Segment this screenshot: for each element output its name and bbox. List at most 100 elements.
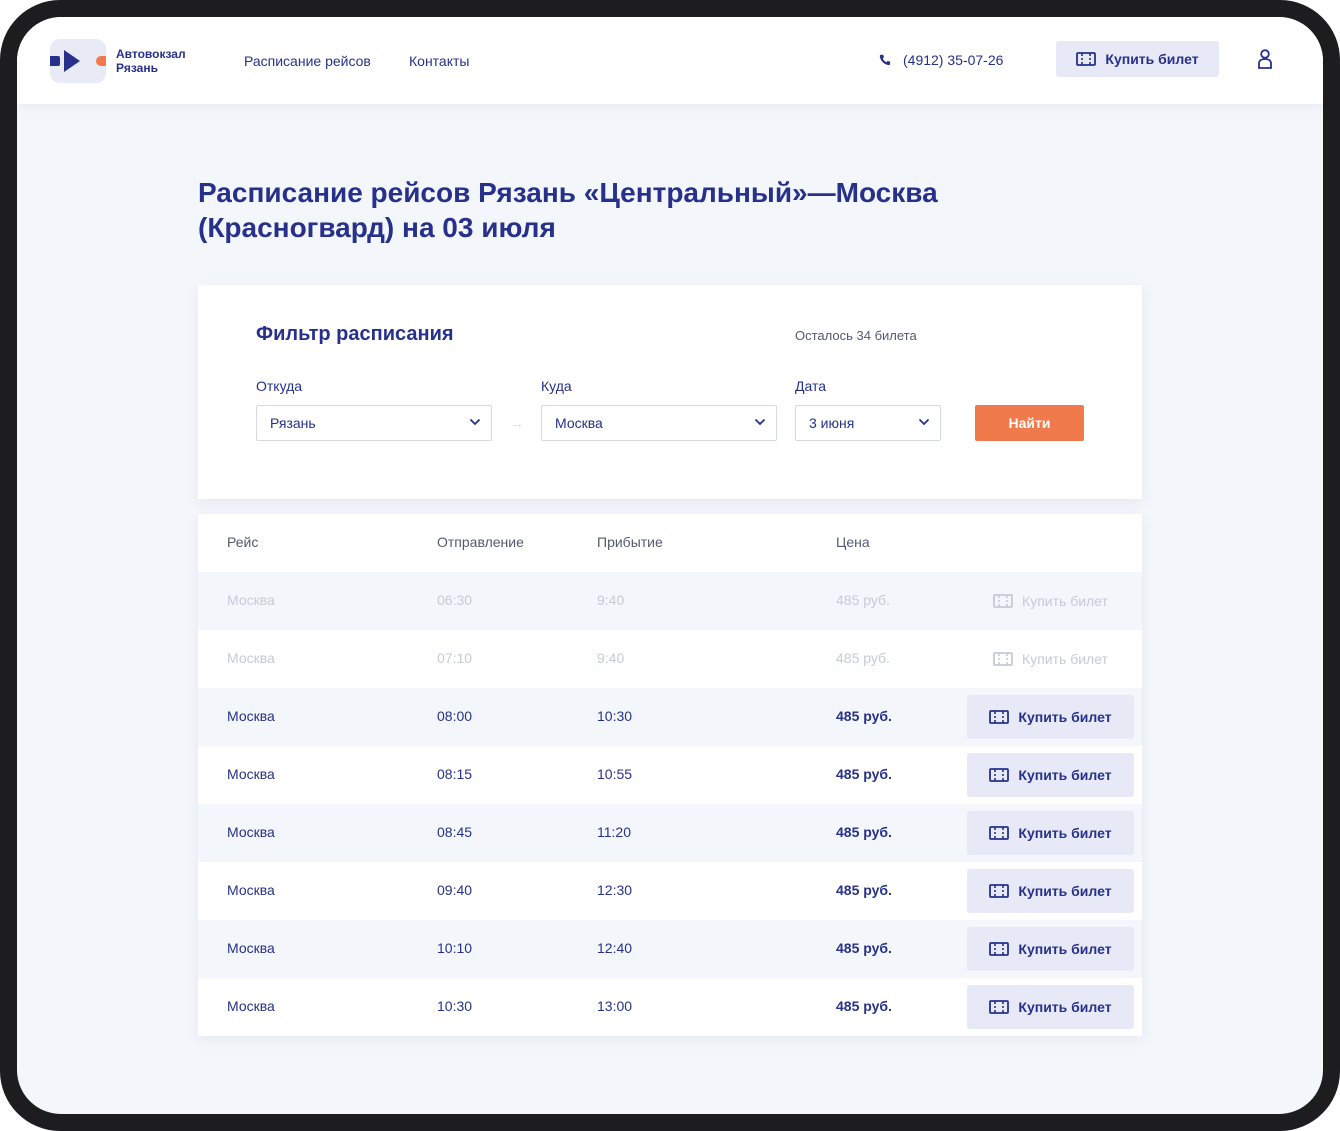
buy-ticket-label: Купить билет (1018, 999, 1112, 1015)
logo[interactable]: Автовокзал Рязань (50, 39, 196, 83)
buy-ticket-label: Купить билет (1018, 825, 1112, 841)
table-row: Москва 10:30 13:00 485 руб. Купить билет (198, 978, 1142, 1036)
route-cell: Москва (227, 998, 275, 1014)
tickets-left-text: Осталось 34 билета (795, 328, 917, 343)
phone-link[interactable]: (4912) 35-07-26 (879, 52, 1003, 68)
arrow-right-icon: → (510, 415, 524, 431)
table-row: Москва 08:00 10:30 485 руб. Купить билет (198, 688, 1142, 746)
arrival-cell: 9:40 (597, 592, 625, 608)
buy-ticket-button: Купить билет (967, 579, 1134, 623)
table-row: Москва 10:10 12:40 485 руб. Купить билет (198, 920, 1142, 978)
buy-ticket-label: Купить билет (1018, 941, 1112, 957)
ticket-icon (993, 652, 1013, 666)
col-arrival: Прибытие (597, 534, 663, 550)
ticket-icon (993, 594, 1013, 608)
logo-icon (50, 39, 106, 83)
ticket-icon (989, 710, 1010, 724)
ticket-icon (989, 826, 1010, 840)
from-select[interactable]: Рязань (256, 405, 492, 441)
logo-text: Автовокзал Рязань (116, 47, 186, 75)
price-cell: 485 руб. (836, 766, 892, 782)
route-cell: Москва (227, 708, 275, 724)
arrival-cell: 11:20 (597, 824, 631, 840)
table-row: Москва 06:30 9:40 485 руб. Купить билет (198, 572, 1142, 630)
page-title: Расписание рейсов Рязань «Центральный»—М… (198, 177, 938, 243)
buy-ticket-button[interactable]: Купить билет (967, 695, 1134, 739)
arrival-cell: 10:55 (597, 766, 633, 782)
buy-ticket-label: Купить билет (1018, 709, 1112, 725)
departure-cell: 10:10 (437, 940, 473, 956)
chevron-down-icon (754, 418, 766, 426)
departure-cell: 10:30 (437, 998, 473, 1014)
table-row: Москва 09:40 12:30 485 руб. Купить билет (198, 862, 1142, 920)
route-cell: Москва (227, 940, 275, 956)
buy-ticket-button[interactable]: Купить билет (967, 985, 1134, 1029)
route-cell: Москва (227, 592, 275, 608)
header-buy-ticket-button[interactable]: Купить билет (1056, 41, 1219, 77)
ticket-icon (989, 1000, 1010, 1014)
buy-ticket-label: Купить билет (1018, 883, 1112, 899)
buy-ticket-button[interactable]: Купить билет (967, 753, 1134, 797)
arrival-cell: 13:00 (597, 998, 633, 1014)
price-cell: 485 руб. (836, 882, 892, 898)
nav-contacts-link[interactable]: Контакты (409, 53, 469, 69)
arrival-cell: 10:30 (597, 708, 633, 724)
ticket-icon (989, 942, 1010, 956)
arrival-cell: 9:40 (597, 650, 625, 666)
date-select[interactable]: 3 июня (795, 405, 941, 441)
price-cell: 485 руб. (836, 708, 892, 724)
schedule-table: Рейс Отправление Прибытие Цена Москва 06:… (198, 514, 1142, 1036)
buy-ticket-button[interactable]: Купить билет (967, 927, 1134, 971)
date-label: Дата (795, 378, 827, 394)
nav-schedule-link[interactable]: Расписание рейсов (244, 53, 371, 69)
from-label: Откуда (256, 378, 303, 394)
user-icon[interactable] (1257, 49, 1273, 69)
departure-cell: 08:15 (437, 766, 473, 782)
screen: Автовокзал Рязань Расписание рейсов Конт… (17, 17, 1323, 1114)
arrival-cell: 12:40 (597, 940, 633, 956)
buy-ticket-label: Купить билет (1018, 767, 1112, 783)
col-price: Цена (836, 534, 870, 550)
to-select[interactable]: Москва (541, 405, 777, 441)
find-button[interactable]: Найти (975, 405, 1084, 441)
departure-cell: 09:40 (437, 882, 473, 898)
ticket-icon (1076, 52, 1097, 66)
departure-cell: 06:30 (437, 592, 473, 608)
price-cell: 485 руб. (836, 592, 890, 608)
table-row: Москва 08:15 10:55 485 руб. Купить билет (198, 746, 1142, 804)
buy-ticket-button: Купить билет (967, 637, 1134, 681)
table-row: Москва 07:10 9:40 485 руб. Купить билет (198, 630, 1142, 688)
from-select-value: Рязань (270, 415, 316, 431)
ticket-icon (989, 884, 1010, 898)
header-buy-ticket-label: Купить билет (1105, 51, 1199, 67)
filter-title: Фильтр расписания (256, 323, 454, 345)
departure-cell: 08:45 (437, 824, 473, 840)
phone-number: (4912) 35-07-26 (903, 52, 1004, 68)
arrival-cell: 12:30 (597, 882, 633, 898)
phone-icon (879, 54, 891, 66)
departure-cell: 07:10 (437, 650, 473, 666)
to-select-value: Москва (555, 415, 603, 431)
chevron-down-icon (469, 418, 481, 426)
price-cell: 485 руб. (836, 940, 892, 956)
price-cell: 485 руб. (836, 998, 892, 1014)
date-select-value: 3 июня (809, 415, 855, 431)
ticket-icon (989, 768, 1010, 782)
device-frame: Автовокзал Рязань Расписание рейсов Конт… (0, 0, 1340, 1131)
col-route: Рейс (227, 534, 259, 550)
chevron-down-icon (918, 418, 930, 426)
table-row: Москва 08:45 11:20 485 руб. Купить билет (198, 804, 1142, 862)
route-cell: Москва (227, 766, 275, 782)
to-label: Куда (541, 378, 572, 394)
buy-ticket-label: Купить билет (1022, 593, 1108, 609)
site-header: Автовокзал Рязань Расписание рейсов Конт… (17, 17, 1323, 104)
table-header: Рейс Отправление Прибытие Цена (198, 514, 1142, 572)
buy-ticket-button[interactable]: Купить билет (967, 811, 1134, 855)
route-cell: Москва (227, 882, 275, 898)
price-cell: 485 руб. (836, 824, 892, 840)
route-cell: Москва (227, 650, 275, 666)
buy-ticket-button[interactable]: Купить билет (967, 869, 1134, 913)
price-cell: 485 руб. (836, 650, 890, 666)
route-cell: Москва (227, 824, 275, 840)
schedule-filter: Фильтр расписания Осталось 34 билета Отк… (198, 285, 1142, 499)
